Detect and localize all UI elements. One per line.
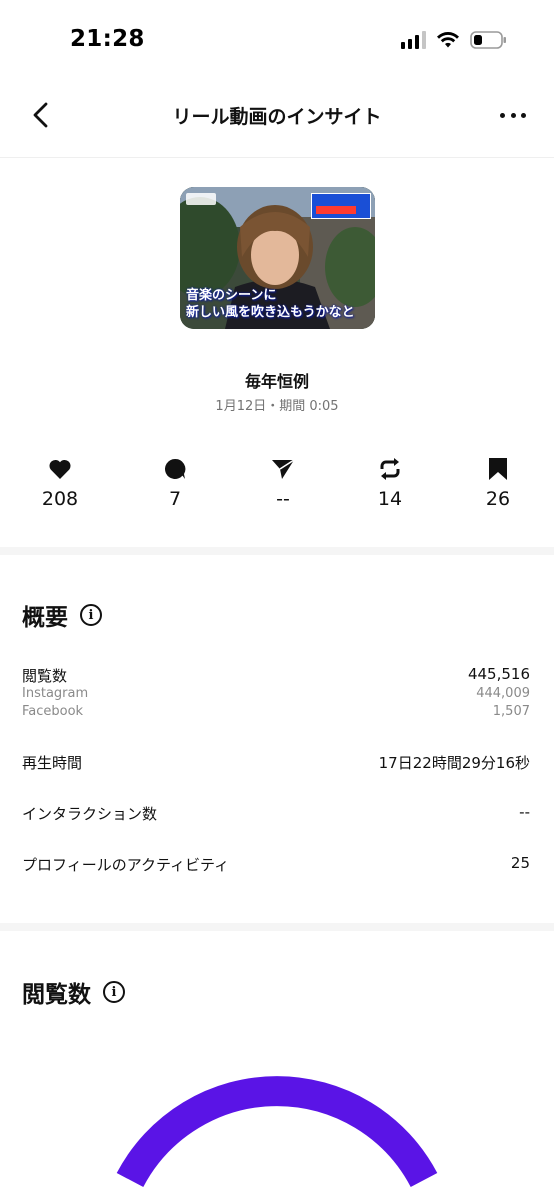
instagram-label: Instagram [22,686,89,701]
status-icons [401,30,508,50]
cellular-signal-icon [401,31,426,49]
stat-shares: -- [243,454,323,510]
stat-likes: 208 [20,454,100,510]
views-section-title: 閲覧数 [22,982,91,1008]
repost-arrows-icon [380,458,400,480]
reel-meta: 1月12日・期間 0:05 [215,399,339,414]
stat-reposts: 14 [350,454,430,510]
more-dot-icon [500,112,505,118]
stat-saves: 26 [458,454,538,510]
heart-icon [49,459,71,479]
overview-heading: 概要 i [22,598,102,632]
send-paper-plane-icon [272,459,295,479]
section-divider [0,923,554,931]
broadcast-badge-icon [311,193,371,219]
views-section-heading: 閲覧数 i [22,975,125,1009]
info-icon[interactable]: i [80,604,102,626]
facebook-value: 1,507 [492,704,530,719]
thumbnail-caption-line: 新しい風を吹き込もうかなと [186,305,355,320]
watch-time-label: 再生時間 [22,754,83,772]
navigation-bar: リール動画のインサイト [0,80,554,158]
reel-insights-screen: 21:28 リール動画のインサイト 音楽のシーンに 新しい風を吹き込もうかなと … [0,0,554,1200]
section-divider [0,547,554,555]
profile-activity-label[interactable]: プロフィールのアクティビティ [22,854,229,875]
views-label: 閲覧数 [22,667,68,685]
page-title: リール動画のインサイト [172,106,382,128]
views-donut-chart [116,1076,438,1188]
info-icon[interactable]: i [103,981,125,1003]
more-dot-icon [510,112,516,118]
battery-icon [470,31,506,49]
comment-bubble-icon [164,458,186,479]
shares-count: -- [276,488,290,510]
reel-title: 毎年恒例 [244,372,309,391]
engagement-stats: 208 7 -- 14 26 [0,454,554,514]
thumbnail-caption-line: 音楽のシーンに [186,288,277,303]
interactions-value: -- [519,803,530,821]
watch-time-value: 17日22時間29分16秒 [378,754,530,772]
stat-comments: 7 [135,454,215,510]
broadcast-logo-icon [186,193,216,205]
likes-count: 208 [41,488,79,510]
profile-activity-value: 25 [510,854,530,872]
thumbnail-caption: 音楽のシーンに 新しい風を吹き込もうかなと [186,287,355,321]
more-options-button[interactable] [500,108,526,122]
instagram-value: 444,009 [476,686,530,701]
comments-count: 7 [168,488,182,510]
views-donut-arc [116,1076,438,1188]
bookmark-icon [489,458,507,480]
status-time: 21:28 [70,26,145,52]
interactions-label[interactable]: インタラクション数 [22,803,157,824]
reel-thumbnail[interactable]: 音楽のシーンに 新しい風を吹き込もうかなと [180,187,375,329]
more-dot-icon [521,112,526,118]
overview-title: 概要 [22,605,68,631]
saves-count: 26 [485,488,511,510]
reposts-count: 14 [377,488,403,510]
wifi-icon [437,32,459,48]
status-bar: 21:28 [0,0,554,80]
facebook-label: Facebook [22,704,84,719]
views-value: 445,516 [467,665,530,683]
